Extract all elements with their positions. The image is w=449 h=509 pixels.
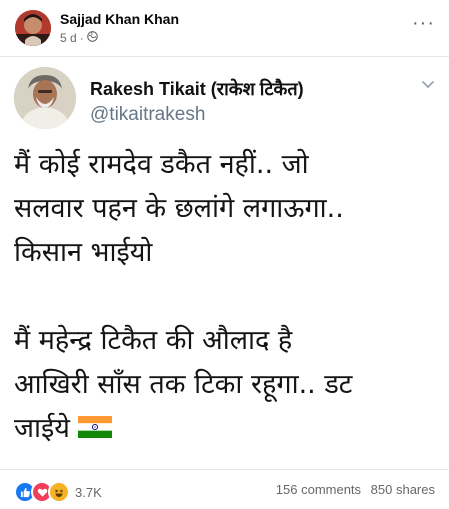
more-options-button[interactable]: ··· [412,12,435,35]
facebook-post: Sajjad Khan Khan 5 d · ··· Rakesh Tikait… [0,0,449,509]
chevron-down-icon [421,77,435,95]
comments-count-link[interactable]: 156 comments [276,482,361,497]
post-footer: 3.7K 156 comments 850 shares [0,470,449,509]
tweet-line-text: जाईये [14,413,70,444]
post-header: Sajjad Khan Khan 5 d · ··· [0,0,449,56]
post-time[interactable]: 5 d [60,31,77,45]
post-meta: 5 d · [60,31,98,45]
reaction-count: 3.7K [75,484,102,500]
globe-icon [86,31,98,45]
tweet-line: मैं महेन्द्र टिकैत की औलाद है [14,325,293,356]
reactions-summary[interactable]: 3.7K [14,481,102,503]
tweet-author-name: Rakesh Tikait (राकेश टिकैत) [90,79,304,99]
meta-separator: · [79,31,84,45]
tweet-line: आखिरी साँस तक टिका रहूगा.. डट [14,369,353,400]
tweet-line: सलवार पहन के छलांगे लगाऊगा.. [14,193,344,224]
tweet-line: मैं कोई रामदेव डकैत नहीं.. जो [14,149,309,180]
indian-flag-icon [77,408,112,452]
tweet-screenshot-image[interactable]: Rakesh Tikait (राकेश टिकैत) @tikaitrakes… [0,56,449,470]
tweet-handle: @tikaitrakesh [90,104,206,125]
author-name[interactable]: Sajjad Khan Khan [60,11,179,27]
author-avatar[interactable] [15,10,51,46]
tweet-avatar [14,67,76,129]
tweet-line: किसान भाईयो [14,237,153,268]
tweet-text: मैं कोई रामदेव डकैत नहीं.. जो सलवार पहन … [14,143,439,452]
tweet-line-last: जाईये [14,407,439,452]
haha-icon [48,481,70,503]
shares-count-link[interactable]: 850 shares [371,482,435,497]
engagement-counts: 156 comments 850 shares [270,482,435,497]
